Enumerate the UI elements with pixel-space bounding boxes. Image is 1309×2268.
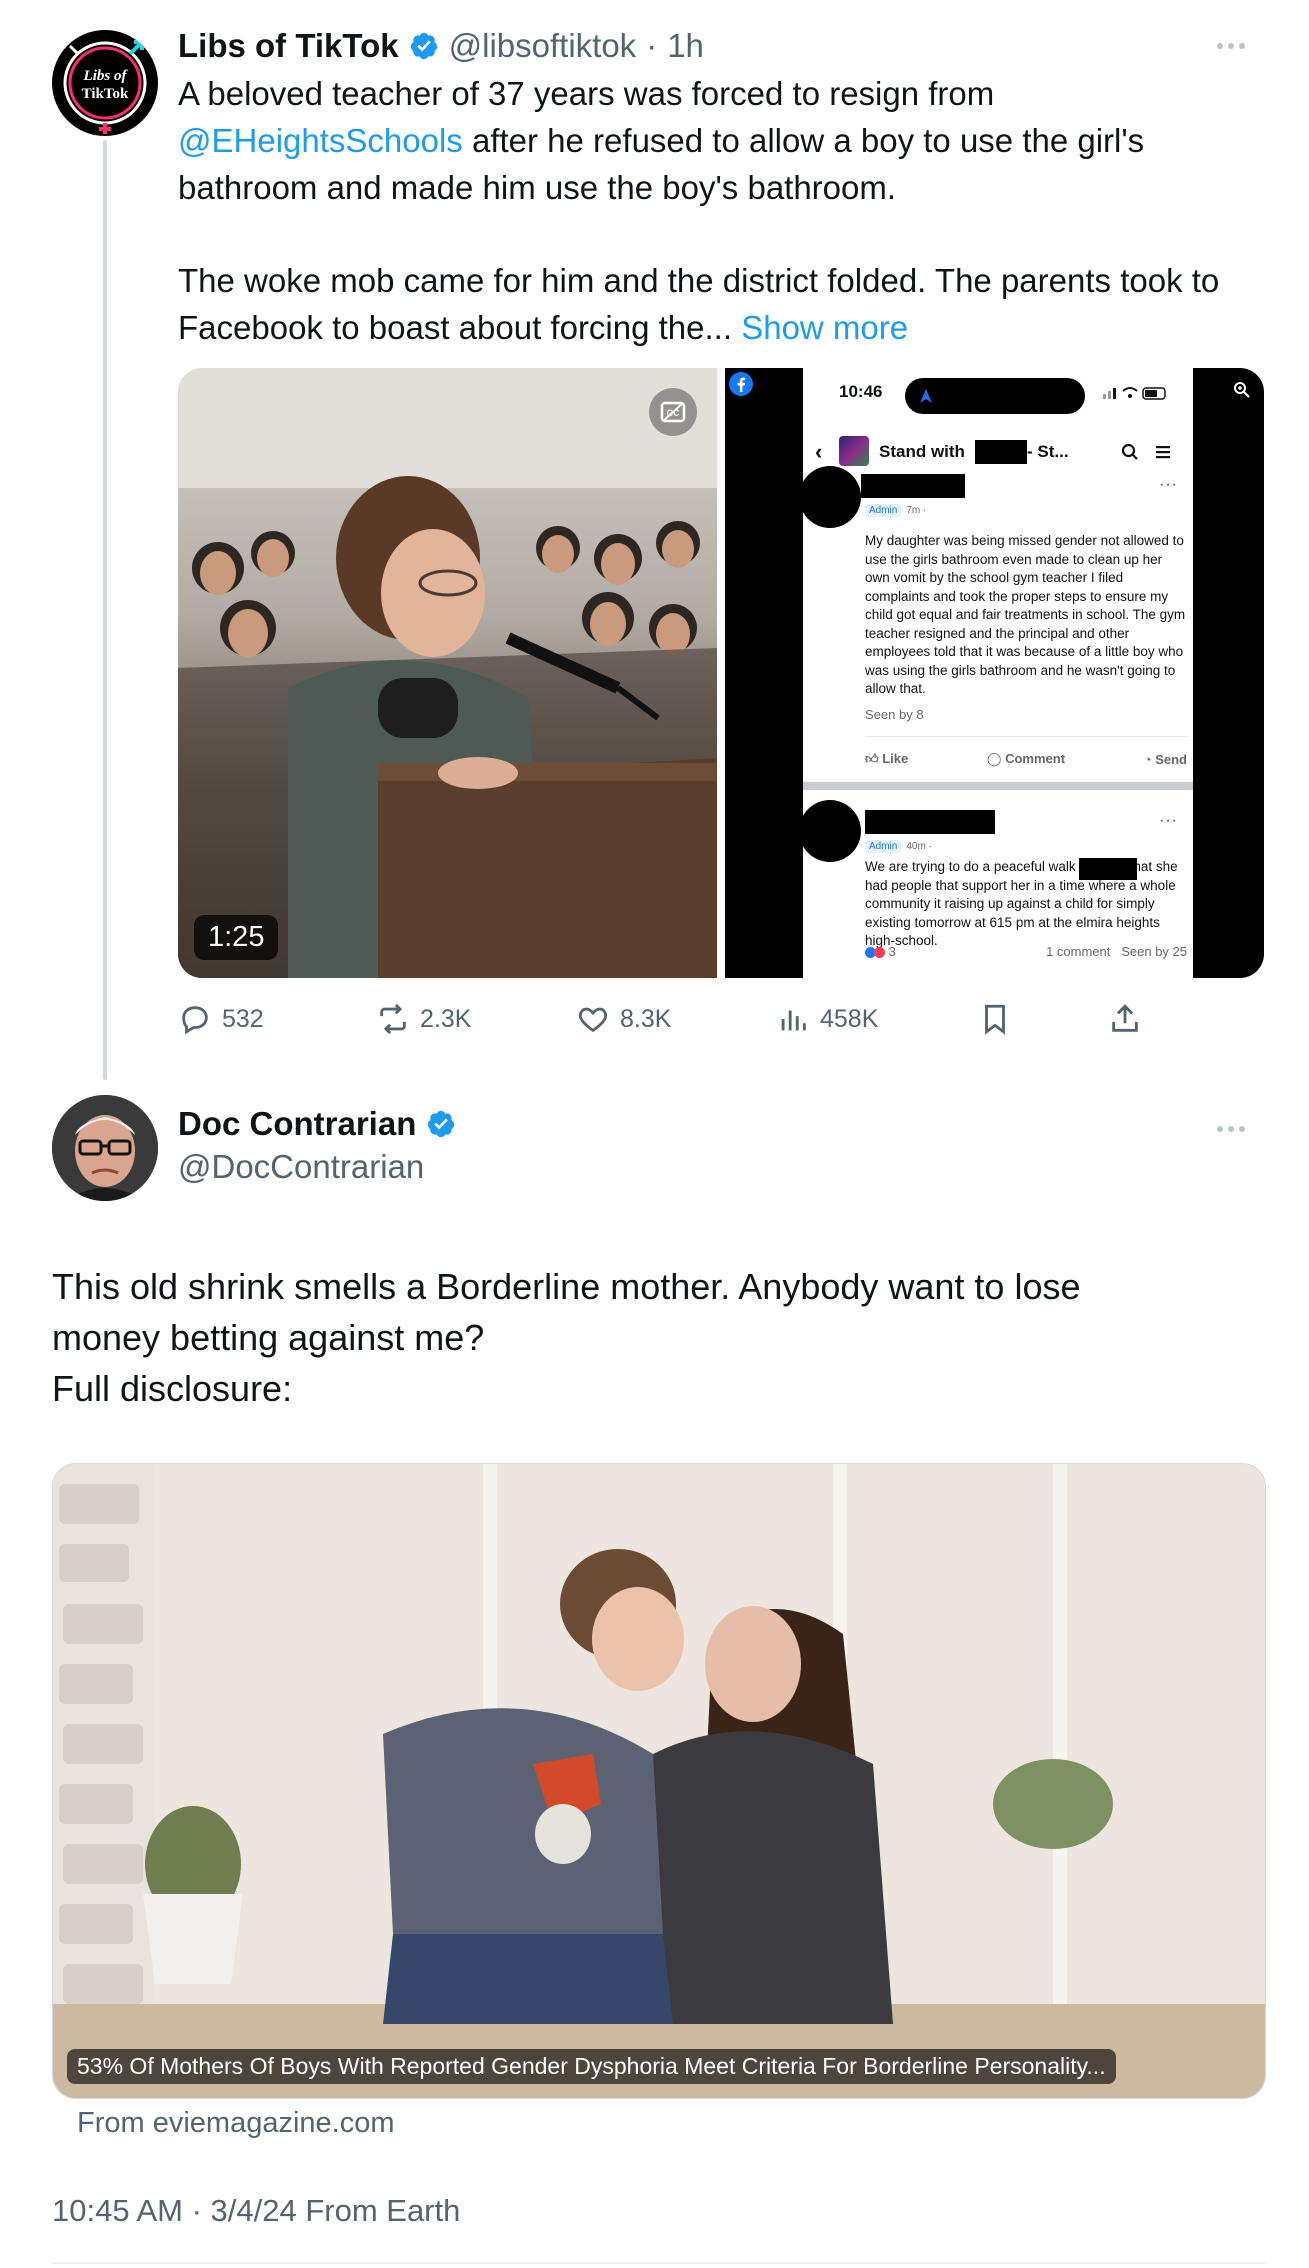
video-thumbnail[interactable]: CC 1:25 (178, 368, 717, 978)
fb-send-button[interactable]: ◔ Send (1144, 752, 1187, 767)
reply-button[interactable]: 532 (178, 995, 264, 1043)
post1-time: 7m · (906, 505, 927, 516)
menu-icon[interactable] (1155, 444, 1171, 460)
tweet1-text-para2: The woke mob came for him and the distri… (178, 262, 1220, 346)
doc-portrait-illustration (52, 1095, 158, 1201)
post2-text: We are trying to do a peaceful walk to s… (865, 859, 1178, 948)
reply-icon (182, 1006, 208, 1035)
phone-time: 10:46 (839, 382, 883, 401)
post2-time: 40m · (906, 841, 932, 852)
tweet1-handle[interactable]: @libsoftiktok (449, 27, 637, 65)
heart-icon (578, 1007, 608, 1033)
tweet1-separator: · (646, 27, 658, 64)
views-chart-icon (781, 1010, 806, 1031)
status-icons (1103, 387, 1166, 400)
tweet2-author-name[interactable]: Doc Contrarian (178, 1105, 416, 1143)
divider (865, 736, 1187, 737)
share-button[interactable] (1108, 995, 1142, 1043)
bookmark-icon (985, 1004, 1005, 1035)
link-preview-card[interactable]: 53% Of Mothers Of Boys With Reported Gen… (52, 1463, 1266, 2099)
verified-badge-icon (410, 32, 437, 60)
phone-status-bar: 10:46 (803, 382, 1193, 412)
verified-badge-icon (428, 1110, 455, 1138)
fb-group-navbar: ‹ Stand with - St... (803, 430, 1193, 474)
fb-group-name: Stand with (879, 442, 965, 461)
fb-like-button[interactable]: 👍︎ Like (865, 751, 908, 767)
redacted-avatar-2 (799, 800, 861, 862)
post2-meta: Admin 40m · (865, 840, 932, 853)
mother-and-child-photo (53, 1464, 1265, 2098)
redacted-name-2 (865, 810, 995, 834)
captions-badge-icon[interactable]: CC (649, 388, 697, 436)
tweet1-text-line1: A beloved teacher of 37 years was forced… (178, 75, 995, 112)
tweet1-paragraph-2: The woke mob came for him and the distri… (178, 257, 1278, 351)
fb-comment-button[interactable]: ◯ Comment (987, 751, 1065, 767)
link-card-source[interactable]: From eviemagazine.com (77, 2107, 395, 2140)
post-separator (803, 782, 1193, 790)
svg-text:TikTok: TikTok (82, 86, 129, 102)
redacted-name-inline (1079, 858, 1137, 880)
redaction-bar (975, 440, 1027, 464)
libsoftiktok-logo-icon: Libs of TikTok (63, 40, 147, 134)
tweet2-more-options-icon[interactable] (1217, 1126, 1245, 1132)
reply-count: 532 (222, 1004, 264, 1033)
divider (52, 2262, 1266, 2264)
tweet2-handle[interactable]: @DocContrarian (178, 1148, 424, 1186)
avatar-doccontrarian[interactable] (52, 1095, 158, 1201)
repost-count: 2.3K (420, 1004, 472, 1033)
facebook-screenshot-image[interactable]: 10:46 ‹ Stand with - St... ··· Admin 7m … (725, 368, 1264, 978)
post1-admin-badge: Admin (865, 504, 902, 517)
post1-action-bar: 👍︎ Like ◯ Comment ◔ Send (865, 744, 1187, 774)
repost-button[interactable]: 2.3K (376, 995, 471, 1043)
views-button[interactable]: 458K (776, 995, 878, 1043)
like-button[interactable]: 8.3K (576, 995, 671, 1043)
tweet1-author-name[interactable]: Libs of TikTok (178, 27, 399, 65)
tweet1-header: Libs of TikTok @libsoftiktok · 1h (178, 22, 704, 70)
tweet2-text-line1: This old shrink smells a Borderline moth… (52, 1266, 1081, 1358)
link-card-title: 53% Of Mothers Of Boys With Reported Gen… (67, 2049, 1116, 2084)
group-avatar (839, 436, 869, 466)
post2-reactions: 3 (865, 944, 896, 959)
post2-admin-badge: Admin (865, 840, 902, 853)
zoom-icon[interactable] (1232, 380, 1252, 400)
tweet2-body: This old shrink smells a Borderline moth… (52, 1261, 1272, 1414)
tweet2-header: Doc Contrarian (178, 1105, 456, 1143)
repost-icon (380, 1003, 406, 1035)
post2-more-icon[interactable]: ··· (1159, 812, 1178, 830)
facebook-icon (729, 372, 753, 396)
tweet2-timestamp[interactable]: 10:45 AM · 3/4/24 From Earth (52, 2193, 460, 2229)
like-count: 8.3K (620, 1004, 672, 1033)
tweet1-body: A beloved teacher of 37 years was forced… (178, 70, 1278, 351)
post1-seen-by: Seen by 8 (865, 707, 924, 722)
tweet1-paragraph-1: A beloved teacher of 37 years was forced… (178, 70, 1278, 211)
tweet1-media-grid: CC 1:25 10:46 (178, 368, 1264, 978)
post2-comments-seen: 1 comment Seen by 25 (1046, 944, 1187, 959)
search-icon[interactable] (1121, 443, 1139, 461)
tweet1-more-options-icon[interactable] (1217, 43, 1245, 49)
tweet1-action-bar: 532 2.3K 8.3K 458K (178, 995, 1188, 1043)
bookmark-button[interactable] (978, 995, 1012, 1043)
post1-text: My daughter was being missed gender not … (865, 533, 1186, 696)
mention-link[interactable]: @EHeightsSchools (178, 122, 463, 159)
phone-screen: 10:46 ‹ Stand with - St... ··· Admin 7m … (799, 368, 1193, 978)
post1-meta: Admin 7m · (865, 504, 926, 517)
video-duration: 1:25 (194, 915, 279, 960)
views-count: 458K (820, 1004, 879, 1033)
avatar-libsoftiktok[interactable]: Libs of TikTok (52, 30, 158, 136)
post2-stats: 3 1 comment Seen by 25 (865, 944, 1187, 959)
back-chevron-icon[interactable]: ‹ (815, 439, 822, 465)
svg-text:Libs of: Libs of (83, 68, 129, 84)
post1-more-icon[interactable]: ··· (1159, 476, 1178, 494)
crowd-scene-illustration (178, 368, 717, 978)
redacted-avatar (799, 466, 861, 528)
share-icon (1112, 1004, 1138, 1032)
redacted-name (861, 474, 965, 498)
tweet1-time[interactable]: 1h (667, 27, 704, 65)
thread-connector-line (103, 140, 107, 1080)
show-more-link[interactable]: Show more (741, 309, 908, 346)
tweet2-text-line2: Full disclosure: (52, 1368, 293, 1409)
fb-group-suffix: - St... (1027, 442, 1069, 461)
